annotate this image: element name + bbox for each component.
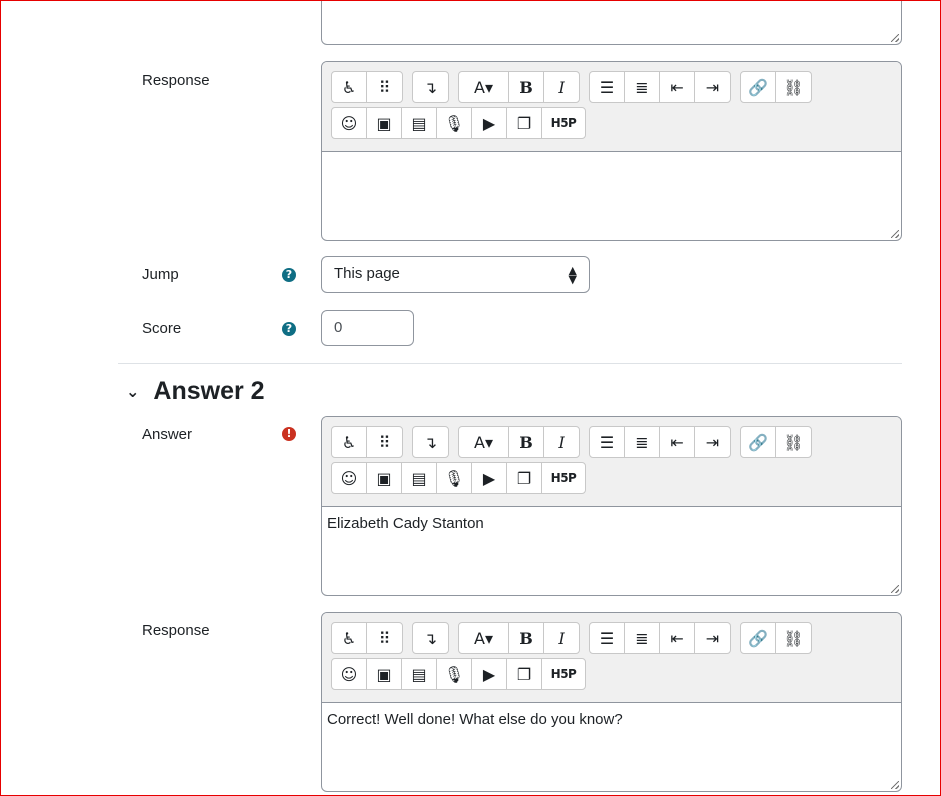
indent-icon[interactable]: ⇥ <box>695 623 730 653</box>
ordered-list-icon[interactable]: ≣ <box>625 72 660 102</box>
question-circle-icon[interactable]: ? <box>282 322 296 336</box>
outdent-icon[interactable]: ⇤ <box>660 427 695 457</box>
media-icon[interactable]: ▤ <box>402 463 437 493</box>
editor-toolbar: ♿ ⠿ ↴ A ▾ B I ☰ ≣ ⇤ ⇥ 🔗 ⛓ ☺ ▣ ▤ 🎙 ▶ ❐ H5… <box>322 417 901 507</box>
answer-content[interactable]: Elizabeth Cady Stanton <box>322 507 901 595</box>
paragraph-styles-button[interactable]: A ▾ <box>459 623 509 653</box>
h5p-icon[interactable]: H5P <box>542 659 585 689</box>
section-title: Answer 2 <box>153 377 265 405</box>
image-icon[interactable]: ▣ <box>367 108 402 138</box>
show-more-buttons-icon[interactable]: ↴ <box>413 427 448 457</box>
resize-grip[interactable] <box>891 230 899 238</box>
section-divider <box>118 363 902 364</box>
editor-toolbar: ♿ ⠿ ↴ A ▾ B I ☰ ≣ ⇤ ⇥ 🔗 ⛓ ☺ ▣ ▤ 🎙 ▶ ❐ H5… <box>322 62 901 152</box>
outdent-icon[interactable]: ⇤ <box>660 623 695 653</box>
question-circle-icon[interactable]: ? <box>282 268 296 282</box>
media-icon[interactable]: ▤ <box>402 659 437 689</box>
record-audio-icon[interactable]: 🎙 <box>437 463 472 493</box>
editor-toolbar: ♿ ⠿ ↴ A ▾ B I ☰ ≣ ⇤ ⇥ 🔗 ⛓ ☺ ▣ ▤ 🎙 ▶ ❐ H5… <box>322 613 901 703</box>
h5p-icon[interactable]: H5P <box>542 463 585 493</box>
bold-button[interactable]: B <box>509 623 544 653</box>
resize-grip[interactable] <box>891 781 899 789</box>
screenreader-helper-icon[interactable]: ⠿ <box>367 427 402 457</box>
record-video-icon[interactable]: ▶ <box>472 659 507 689</box>
record-audio-icon[interactable]: 🎙 <box>437 108 472 138</box>
screenreader-helper-icon[interactable]: ⠿ <box>367 623 402 653</box>
manage-files-icon[interactable]: ❐ <box>507 463 542 493</box>
response-editor: ♿ ⠿ ↴ A ▾ B I ☰ ≣ ⇤ ⇥ 🔗 ⛓ ☺ ▣ ▤ 🎙 ▶ ❐ H5… <box>321 612 902 792</box>
screenreader-helper-icon[interactable]: ⠿ <box>367 72 402 102</box>
accessibility-checker-icon[interactable]: ♿ <box>332 72 367 102</box>
indent-icon[interactable]: ⇥ <box>695 72 730 102</box>
response-content[interactable] <box>322 152 901 240</box>
italic-button[interactable]: I <box>544 427 579 457</box>
indent-icon[interactable]: ⇥ <box>695 427 730 457</box>
unordered-list-icon[interactable]: ☰ <box>590 72 625 102</box>
unlink-icon[interactable]: ⛓ <box>776 623 811 653</box>
resize-grip[interactable] <box>891 585 899 593</box>
italic-button[interactable]: I <box>544 623 579 653</box>
score-label: Score <box>142 320 182 337</box>
show-more-buttons-icon[interactable]: ↴ <box>413 72 448 102</box>
bold-button[interactable]: B <box>509 72 544 102</box>
media-icon[interactable]: ▤ <box>402 108 437 138</box>
response-editor: ♿ ⠿ ↴ A ▾ B I ☰ ≣ ⇤ ⇥ 🔗 ⛓ ☺ ▣ ▤ 🎙 ▶ ❐ H5… <box>321 61 902 241</box>
image-icon[interactable]: ▣ <box>367 463 402 493</box>
score-input[interactable]: 0 <box>321 310 414 346</box>
emoji-icon[interactable]: ☺ <box>332 463 367 493</box>
emoji-icon[interactable]: ☺ <box>332 659 367 689</box>
link-icon[interactable]: 🔗 <box>741 623 776 653</box>
response-label: Response <box>142 72 210 89</box>
emoji-icon[interactable]: ☺ <box>332 108 367 138</box>
paragraph-styles-button[interactable]: A ▾ <box>459 72 509 102</box>
record-video-icon[interactable]: ▶ <box>472 463 507 493</box>
jump-select[interactable]: This page ▲ ▼ <box>321 256 590 293</box>
exclamation-circle-icon: ! <box>282 427 296 441</box>
image-icon[interactable]: ▣ <box>367 659 402 689</box>
bold-button[interactable]: B <box>509 427 544 457</box>
jump-select-value: This page <box>334 265 400 282</box>
select-caret-icon: ▲ ▼ <box>568 264 577 286</box>
link-icon[interactable]: 🔗 <box>741 72 776 102</box>
accessibility-checker-icon[interactable]: ♿ <box>332 427 367 457</box>
h5p-icon[interactable]: H5P <box>542 108 585 138</box>
answer-2-section-header[interactable]: ⌄ Answer 2 <box>126 377 265 406</box>
manage-files-icon[interactable]: ❐ <box>507 108 542 138</box>
outdent-icon[interactable]: ⇤ <box>660 72 695 102</box>
previous-answer-editor-area[interactable] <box>321 0 902 45</box>
ordered-list-icon[interactable]: ≣ <box>625 623 660 653</box>
resize-grip[interactable] <box>891 34 899 42</box>
accessibility-checker-icon[interactable]: ♿ <box>332 623 367 653</box>
manage-files-icon[interactable]: ❐ <box>507 659 542 689</box>
ordered-list-icon[interactable]: ≣ <box>625 427 660 457</box>
italic-button[interactable]: I <box>544 72 579 102</box>
response-label: Response <box>142 622 210 639</box>
answer-editor: ♿ ⠿ ↴ A ▾ B I ☰ ≣ ⇤ ⇥ 🔗 ⛓ ☺ ▣ ▤ 🎙 ▶ ❐ H5… <box>321 416 902 596</box>
answer-label: Answer <box>142 426 193 443</box>
unordered-list-icon[interactable]: ☰ <box>590 623 625 653</box>
unlink-icon[interactable]: ⛓ <box>776 72 811 102</box>
response-content[interactable]: Correct! Well done! What else do you kno… <box>322 703 901 791</box>
chevron-down-icon[interactable]: ⌄ <box>126 382 139 401</box>
jump-label: Jump <box>142 266 179 283</box>
record-video-icon[interactable]: ▶ <box>472 108 507 138</box>
paragraph-styles-button[interactable]: A ▾ <box>459 427 509 457</box>
show-more-buttons-icon[interactable]: ↴ <box>413 623 448 653</box>
link-icon[interactable]: 🔗 <box>741 427 776 457</box>
unordered-list-icon[interactable]: ☰ <box>590 427 625 457</box>
record-audio-icon[interactable]: 🎙 <box>437 659 472 689</box>
unlink-icon[interactable]: ⛓ <box>776 427 811 457</box>
